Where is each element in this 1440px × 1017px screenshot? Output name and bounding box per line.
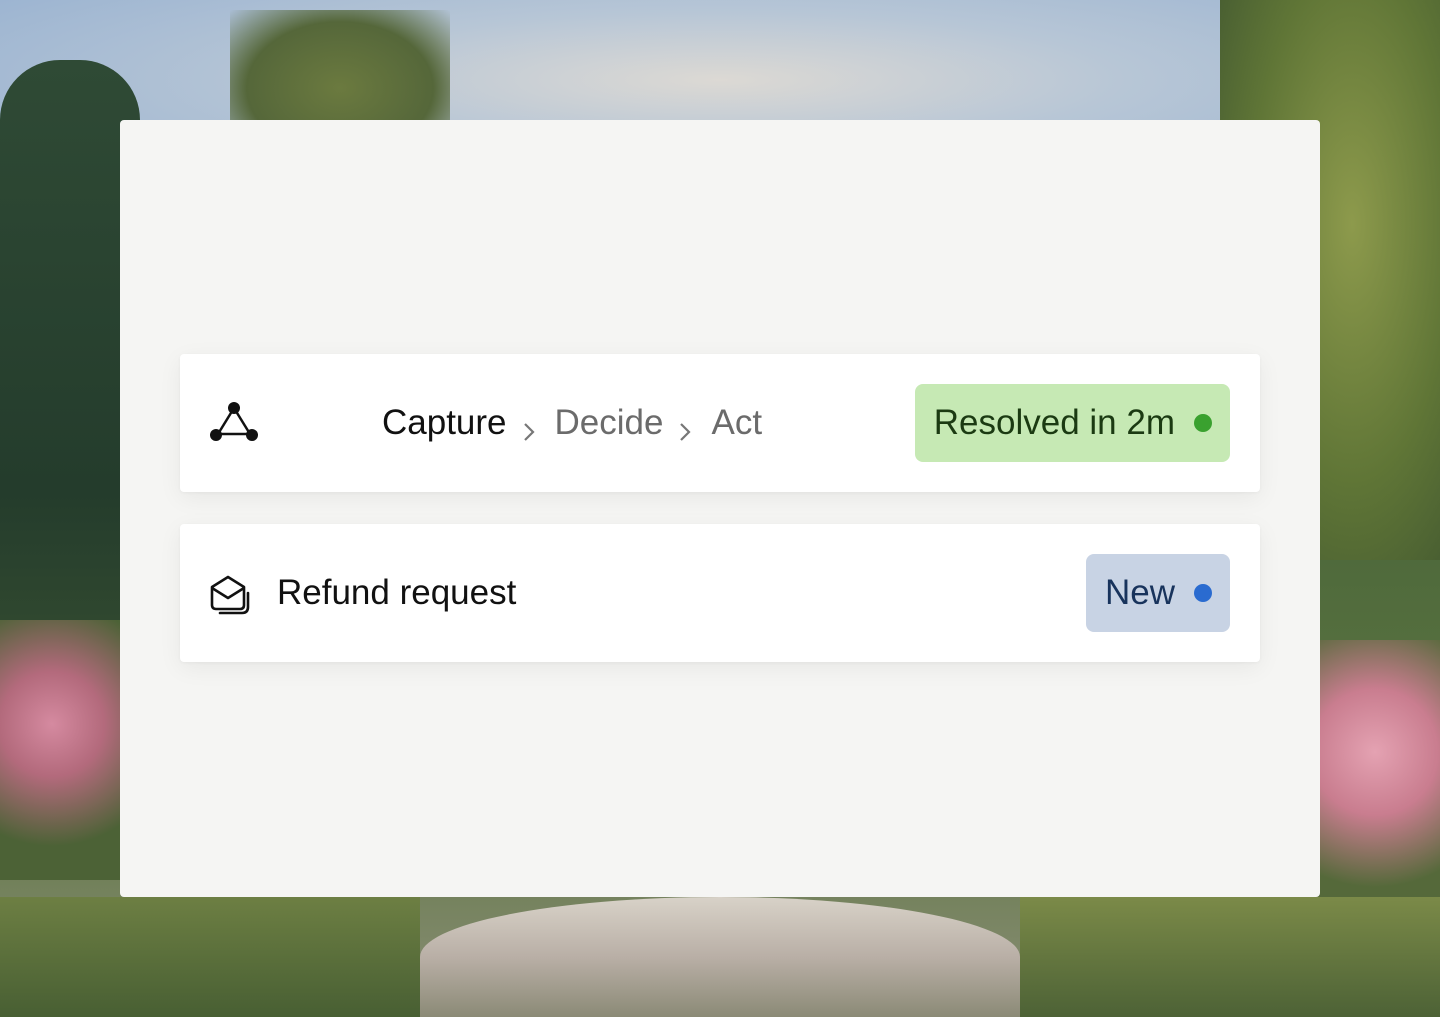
- ticket-card[interactable]: Refund request New: [180, 524, 1260, 662]
- chevron-right-icon: [677, 412, 693, 441]
- mail-stack-icon: [208, 571, 260, 615]
- chevron-right-icon: [521, 412, 537, 441]
- workflow-breadcrumb: Capture Decide Act: [382, 354, 762, 492]
- breadcrumb-step-capture[interactable]: Capture: [382, 403, 507, 443]
- workflow-nodes-icon: [208, 401, 260, 445]
- status-badge-new: New: [1085, 554, 1230, 632]
- status-badge-label: New: [1104, 573, 1175, 612]
- status-dot-icon: [1194, 414, 1212, 432]
- status-badge-resolved: Resolved in 2m: [914, 384, 1230, 462]
- background-grass: [0, 897, 420, 1017]
- main-panel: Capture Decide Act Resolved in 2m Refund…: [120, 120, 1320, 897]
- breadcrumb-step-act[interactable]: Act: [711, 403, 762, 443]
- background-flowers-left: [0, 620, 130, 880]
- background-grass-right: [1020, 897, 1440, 1017]
- background-path: [420, 897, 1020, 1017]
- ticket-title: Refund request: [277, 573, 517, 612]
- workflow-card[interactable]: Capture Decide Act Resolved in 2m: [180, 354, 1260, 492]
- breadcrumb-step-decide[interactable]: Decide: [555, 403, 664, 443]
- background-flowers-right: [1310, 640, 1440, 920]
- status-badge-label: Resolved in 2m: [933, 403, 1175, 442]
- status-dot-icon: [1194, 584, 1212, 602]
